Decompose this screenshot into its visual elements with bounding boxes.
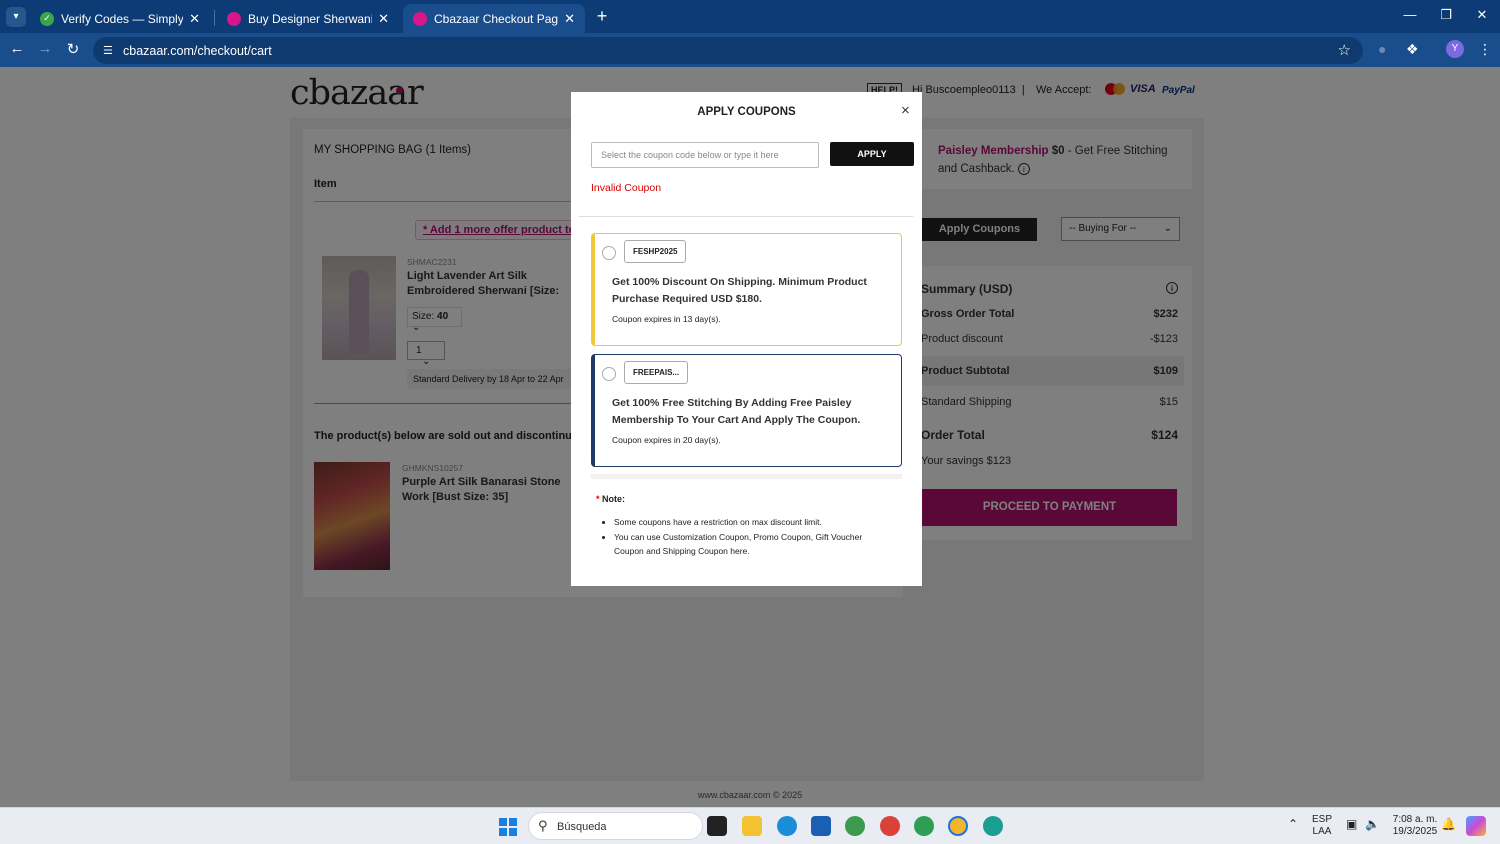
chrome-profile-icon[interactable]	[914, 816, 934, 836]
url-text: cbazaar.com/checkout/cart	[123, 43, 272, 58]
required-asterisk: *	[596, 494, 600, 504]
bookmark-star-icon[interactable]: ☆	[1338, 41, 1351, 59]
clock[interactable]: 7:08 a. m. 19/3/2025	[1389, 814, 1441, 838]
note-heading: * Note:	[596, 494, 625, 504]
coupon-description: Get 100% Discount On Shipping. Minimum P…	[612, 276, 867, 305]
tab-close-icon[interactable]: ✕	[378, 11, 389, 27]
note-item: You can use Customization Coupon, Promo …	[614, 530, 892, 558]
tab-divider	[214, 10, 215, 26]
tab-title: Verify Codes — SimplyCodes	[61, 11, 184, 26]
store-icon[interactable]	[811, 816, 831, 836]
tab-close-icon[interactable]: ✕	[564, 11, 575, 27]
menu-kebab-icon[interactable]: ⋮	[1478, 41, 1492, 58]
minimize-icon[interactable]: —	[1400, 7, 1420, 22]
back-icon[interactable]: ←	[7, 40, 27, 57]
coupon-error-message: Invalid Coupon	[591, 182, 662, 194]
tab-close-icon[interactable]: ✕	[189, 11, 200, 27]
coupon-card[interactable]: FREEPAIS... Get 100% Free Stitching By A…	[591, 354, 902, 467]
coupon-code-input[interactable]	[591, 142, 819, 168]
coupon-expiry: Coupon expires in 20 day(s).	[612, 435, 721, 445]
coupon-code-badge: FESHP2025	[624, 240, 687, 263]
tab-title: Buy Designer Sherwani For Men	[248, 11, 373, 26]
coupon-expiry: Coupon expires in 13 day(s).	[612, 314, 721, 324]
file-explorer-icon[interactable]	[742, 816, 762, 836]
coupon-description: Get 100% Free Stitching By Adding Free P…	[612, 397, 861, 426]
windows-taskbar: ⚲ Búsqueda ⌃ ESP LAA ▣ 🔈 7:08 a. m. 19/3…	[0, 807, 1500, 844]
section-divider	[591, 474, 902, 479]
tab-title: Cbazaar Checkout Page	[434, 11, 559, 26]
coupon-radio[interactable]	[602, 367, 616, 381]
profile-avatar[interactable]: Y	[1446, 40, 1464, 58]
note-item: Some coupons have a restriction on max d…	[614, 515, 892, 529]
coupon-card[interactable]: FESHP2025 Get 100% Discount On Shipping.…	[591, 233, 902, 346]
lang-top: ESP	[1312, 814, 1333, 825]
reload-icon[interactable]: ↻	[63, 40, 83, 58]
cbazaar-favicon-icon	[227, 11, 241, 26]
browser-tab-strip: ▾ ✓ Verify Codes — SimplyCodes ✕ Buy Des…	[0, 0, 1500, 33]
volume-icon[interactable]: 🔈	[1365, 818, 1380, 830]
lang-bottom: LAA	[1312, 826, 1332, 837]
extensions-icon[interactable]: ❖	[1406, 41, 1419, 58]
new-tab-icon[interactable]: +	[592, 6, 612, 27]
tab-checkout[interactable]: Cbazaar Checkout Page ✕	[403, 4, 585, 33]
window-close-icon[interactable]: ✕	[1472, 7, 1492, 23]
tab-simplycodes[interactable]: ✓ Verify Codes — SimplyCodes ✕	[30, 4, 210, 33]
chrome-profile-icon[interactable]	[880, 816, 900, 836]
tab-sherwani[interactable]: Buy Designer Sherwani For Men ✕	[217, 4, 399, 33]
divider	[579, 216, 913, 217]
note-list: Some coupons have a restriction on max d…	[614, 515, 892, 559]
browser-toolbar: ← → ↻ ☰ cbazaar.com/checkout/cart ☆ ● ❖ …	[0, 33, 1500, 67]
copilot-icon[interactable]	[1466, 816, 1486, 836]
restore-icon[interactable]: ❐	[1436, 7, 1456, 23]
chrome-active-icon[interactable]	[948, 816, 968, 836]
clock-date: 19/3/2025	[1392, 826, 1438, 837]
notifications-icon[interactable]: 🔔	[1441, 818, 1456, 830]
modal-title: APPLY COUPONS	[697, 106, 796, 118]
coupon-radio[interactable]	[602, 246, 616, 260]
clock-time: 7:08 a. m.	[1392, 814, 1438, 825]
apply-coupon-button[interactable]: APPLY	[830, 142, 914, 166]
taskbar-search[interactable]: ⚲ Búsqueda	[528, 812, 703, 840]
chrome-profile-icon[interactable]	[983, 816, 1003, 836]
language-indicator[interactable]: ESP LAA	[1312, 814, 1332, 838]
tab-search-icon[interactable]: ▾	[6, 7, 26, 27]
cbazaar-favicon-icon	[413, 11, 427, 26]
address-bar[interactable]: ☰ cbazaar.com/checkout/cart ☆	[93, 37, 1363, 64]
extension-puzzle-dim-icon[interactable]: ●	[1378, 41, 1386, 57]
close-icon[interactable]: ×	[901, 102, 910, 119]
coupon-code-badge: FREEPAIS...	[624, 361, 689, 384]
network-icon[interactable]: ▣	[1346, 818, 1357, 830]
note-heading-text: Note:	[602, 494, 626, 504]
task-view-icon[interactable]	[707, 816, 727, 836]
windows-start-icon[interactable]	[499, 818, 517, 836]
apply-coupons-modal: APPLY COUPONS × APPLY Invalid Coupon FES…	[571, 92, 922, 586]
simplycodes-favicon-icon: ✓	[40, 11, 54, 26]
edge-icon[interactable]	[777, 816, 797, 836]
taskbar-search-label: Búsqueda	[557, 821, 607, 833]
chrome-icon[interactable]	[845, 816, 865, 836]
site-settings-icon[interactable]: ☰	[103, 44, 117, 57]
tray-overflow-icon[interactable]: ⌃	[1288, 818, 1298, 830]
search-icon: ⚲	[538, 818, 548, 833]
forward-icon[interactable]: →	[35, 40, 55, 57]
